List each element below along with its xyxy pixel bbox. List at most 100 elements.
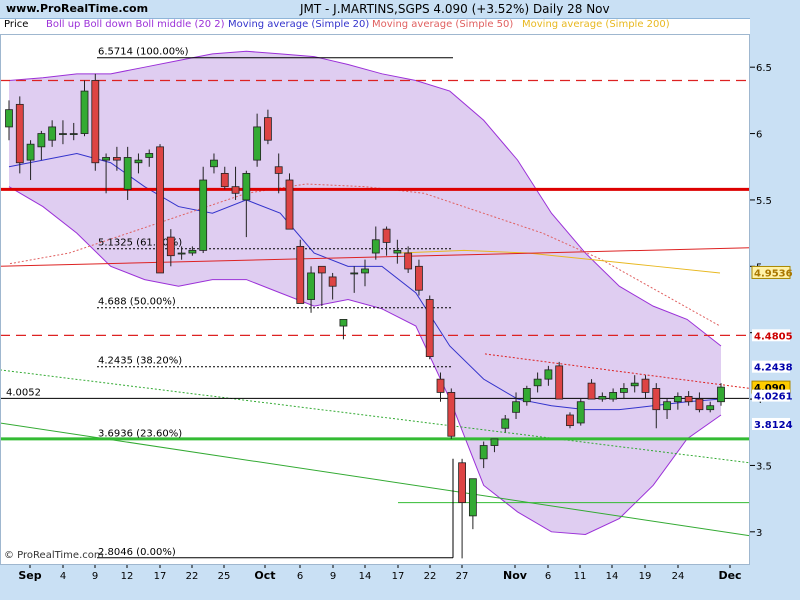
- candle-body-32: [350, 272, 359, 275]
- candle-body-66: [717, 386, 725, 403]
- candle-body-6: [69, 133, 78, 135]
- candle-body-7: [80, 90, 89, 134]
- candle-body-15: [166, 236, 175, 257]
- candle-body-11: [123, 157, 132, 190]
- x-tick-label-19: 24: [672, 571, 685, 582]
- fib-label-2: 4.688 (50.00%): [98, 297, 176, 308]
- x-tick-label-2: 9: [92, 571, 98, 582]
- price-tag-0: 4.9536: [754, 268, 793, 279]
- candle-body-34: [371, 239, 380, 254]
- candle-body-53: [576, 401, 585, 424]
- candle-body-55: [598, 396, 607, 400]
- candle-body-9: [102, 157, 110, 161]
- candle-body-16: [177, 252, 186, 255]
- candle-body-21: [231, 186, 240, 194]
- candle-body-27: [296, 245, 305, 304]
- candle-body-43: [468, 478, 477, 517]
- candle-body-46: [501, 418, 510, 429]
- y-tick-label-0: 3: [756, 528, 762, 539]
- candlestick-chart: 6.5714 (100.00%)5.1325 (61.80%)4.688 (50…: [0, 34, 793, 582]
- candle-body-40: [436, 378, 445, 393]
- candle-body-49: [533, 378, 542, 387]
- candle-body-12: [134, 159, 143, 164]
- candle-body-24: [264, 117, 272, 141]
- bollinger-band-fill: [9, 51, 721, 535]
- candle-body-33: [361, 268, 369, 274]
- x-tick-label-3: 12: [121, 571, 134, 582]
- candle-body-41: [447, 392, 456, 437]
- candle-body-59: [641, 378, 650, 393]
- fib-label-4: 3.6936 (23.60%): [98, 429, 182, 440]
- candle-body-39: [425, 299, 434, 357]
- candle-body-54: [587, 382, 596, 400]
- candle-body-65: [706, 405, 715, 411]
- candle-body-45: [490, 438, 499, 446]
- y-tick-label-5: 5.5: [756, 196, 772, 207]
- candle-body-4: [48, 126, 57, 141]
- x-tick-label-7: Oct: [254, 569, 275, 582]
- x-tick-label-20: Dec: [718, 569, 741, 582]
- candle-body-8: [91, 80, 100, 164]
- x-tick-label-17: 14: [606, 571, 619, 582]
- x-tick-label-4: 17: [154, 571, 167, 582]
- candle-body-60: [652, 388, 661, 411]
- x-tick-label-5: 22: [186, 571, 199, 582]
- x-tick-label-9: 9: [330, 571, 336, 582]
- candle-body-50: [544, 369, 553, 380]
- candle-body-1: [15, 103, 24, 164]
- candle-body-44: [479, 445, 488, 460]
- candle-body-0: [5, 109, 13, 128]
- candle-body-22: [242, 172, 251, 201]
- candle-body-13: [145, 153, 154, 158]
- x-tick-label-1: 4: [60, 571, 66, 582]
- candle-body-3: [37, 133, 46, 148]
- candle-body-62: [673, 396, 682, 403]
- x-tick-label-11: 17: [392, 571, 405, 582]
- x-tick-label-6: 25: [218, 571, 231, 582]
- candle-body-26: [285, 179, 294, 230]
- candle-body-2: [26, 143, 35, 161]
- candle-body-20: [220, 172, 229, 188]
- candle-body-56: [609, 392, 618, 400]
- candle-body-18: [199, 179, 208, 251]
- x-tick-label-16: 11: [574, 571, 587, 582]
- x-tick-label-10: 14: [359, 571, 372, 582]
- candle-body-47: [512, 401, 520, 413]
- candle-body-61: [663, 401, 671, 411]
- price-tag-1: 4.4805: [754, 331, 793, 342]
- candle-body-17: [188, 249, 197, 254]
- price-tag-4: 4.0261: [754, 392, 793, 403]
- candle-body-36: [393, 249, 402, 254]
- candle-body-29: [317, 265, 326, 274]
- x-tick-label-8: 6: [297, 571, 303, 582]
- fib-label-0: 6.5714 (100.00%): [98, 47, 189, 58]
- candle-body-19: [210, 159, 218, 168]
- candle-body-64: [695, 398, 704, 411]
- candle-body-35: [382, 228, 391, 243]
- x-tick-label-12: 22: [424, 571, 437, 582]
- level-label: 4.0052: [6, 387, 41, 398]
- x-tick-label-14: Nov: [503, 569, 528, 582]
- candle-body-63: [684, 396, 693, 403]
- fib-label-3: 4.2435 (38.20%): [98, 356, 182, 367]
- plot-area: 6.5714 (100.00%)5.1325 (61.80%)4.688 (50…: [0, 47, 750, 559]
- candle-body-5: [59, 133, 67, 135]
- candle-body-30: [328, 276, 337, 287]
- candle-body-42: [458, 462, 466, 504]
- candle-body-48: [522, 388, 531, 403]
- price-tag-5: 3.8124: [754, 420, 793, 431]
- y-tick-label-6: 6: [756, 130, 762, 141]
- candle-body-38: [415, 265, 423, 291]
- copyright-label: © ProRealTime.com: [4, 550, 104, 561]
- candle-body-10: [112, 157, 121, 161]
- candle-body-57: [620, 388, 628, 393]
- y-tick-label-1: 3.5: [756, 461, 772, 472]
- candle-body-25: [274, 166, 283, 174]
- fib-label-5: 2.8046 (0.00%): [98, 547, 176, 558]
- candle-body-28: [307, 272, 315, 300]
- candle-body-14: [156, 146, 164, 274]
- candle-body-31: [339, 319, 348, 327]
- price-tag-2: 4.2438: [754, 363, 793, 374]
- candle-body-37: [404, 252, 413, 270]
- candle-body-51: [555, 365, 564, 400]
